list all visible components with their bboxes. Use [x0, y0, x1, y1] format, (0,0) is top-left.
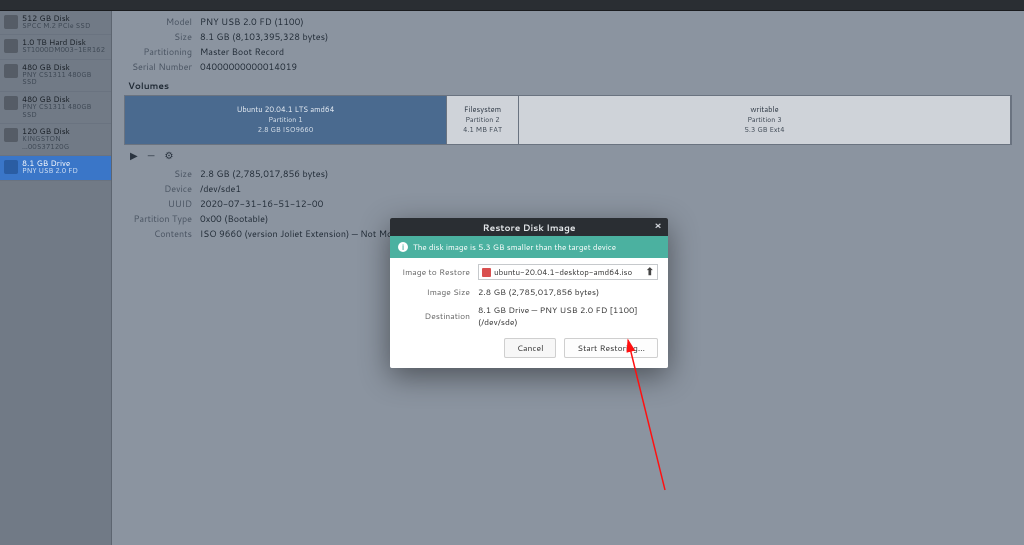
volume-name: Ubuntu 20.04.1 LTS amd64 — [237, 105, 335, 115]
hdd-icon — [4, 96, 18, 110]
window-titlebar — [0, 0, 1024, 11]
value-size: 8.1 GB (8,103,395,328 bytes) — [200, 30, 328, 43]
remove-button[interactable]: — — [148, 149, 155, 163]
start-restoring-button[interactable]: Start Restoring… — [564, 338, 658, 358]
volume-size: 2.8 GB ISO9660 — [258, 125, 314, 135]
value-contents: ISO 9660 (version Joliet Extension) — No… — [200, 227, 416, 240]
value-image-size: 2.8 GB (2,785,017,856 bytes) — [478, 286, 658, 298]
volume-partition: Partition 1 — [268, 115, 302, 125]
volumes-heading: Volumes — [128, 79, 1012, 92]
sidebar-item-disk[interactable]: 1.0 TB Hard Disk ST1000DM003-1ER162 — [0, 35, 111, 59]
sidebar-item-sublabel: PNY CS1311 480GB SSD — [22, 104, 107, 119]
value-model: PNY USB 2.0 FD (1100) — [200, 15, 304, 28]
mount-button[interactable]: ▶ — [130, 149, 138, 163]
value-device: /dev/sde1 — [200, 182, 241, 195]
value-psize: 2.8 GB (2,785,017,856 bytes) — [200, 167, 328, 180]
label-model: Model — [124, 15, 200, 28]
sidebar-item-disk[interactable]: 480 GB Disk PNY CS1311 480GB SSD — [0, 92, 111, 124]
label-image-to-restore: Image to Restore — [400, 266, 478, 278]
label-size: Size — [124, 30, 200, 43]
value-uuid: 2020-07-31-16-51-12-00 — [200, 197, 323, 210]
image-file-chooser[interactable]: ubuntu-20.04.1-desktop-amd64.iso ⬆ — [478, 264, 658, 280]
sidebar-item-sublabel: ST1000DM003-1ER162 — [22, 47, 105, 55]
dialog-title: Restore Disk Image — [483, 221, 576, 234]
label-serial: Serial Number — [124, 60, 200, 73]
volume-name: writable — [750, 105, 778, 115]
options-button[interactable]: ⚙ — [164, 149, 173, 163]
usb-drive-icon — [4, 160, 18, 174]
close-icon[interactable]: × — [652, 220, 664, 232]
volumes-row: Ubuntu 20.04.1 LTS amd64 Partition 1 2.8… — [124, 95, 1012, 145]
label-uuid: UUID — [124, 197, 200, 210]
restore-disk-image-dialog: Restore Disk Image × i The disk image is… — [390, 218, 668, 368]
info-banner-text: The disk image is 5.3 GB smaller than th… — [413, 241, 616, 253]
label-device: Device — [124, 182, 200, 195]
hdd-icon — [4, 64, 18, 78]
sidebar-item-sublabel: PNY CS1311 480GB SSD — [22, 72, 107, 87]
hdd-icon — [4, 15, 18, 29]
volume-size: 5.3 GB Ext4 — [744, 125, 784, 135]
volume-size: 4.1 MB FAT — [463, 125, 502, 135]
volume-partition[interactable]: writable Partition 3 5.3 GB Ext4 — [519, 96, 1011, 144]
dialog-titlebar[interactable]: Restore Disk Image × — [390, 218, 668, 236]
info-icon: i — [398, 242, 408, 252]
volume-partition[interactable]: Filesystem Partition 2 4.1 MB FAT — [447, 96, 519, 144]
info-banner: i The disk image is 5.3 GB smaller than … — [390, 236, 668, 258]
iso-file-icon — [482, 268, 491, 277]
value-partitioning: Master Boot Record — [200, 45, 284, 58]
label-image-size: Image Size — [400, 286, 478, 298]
image-file-name: ubuntu-20.04.1-desktop-amd64.iso — [494, 266, 643, 278]
value-ptype: 0x00 (Bootable) — [200, 212, 268, 225]
value-serial: 04000000000014019 — [200, 60, 297, 73]
volume-partition-selected[interactable]: Ubuntu 20.04.1 LTS amd64 Partition 1 2.8… — [125, 96, 447, 144]
cancel-button[interactable]: Cancel — [504, 338, 556, 358]
label-ptype: Partition Type — [124, 212, 200, 225]
label-destination: Destination — [400, 310, 478, 322]
label-psize: Size — [124, 167, 200, 180]
sidebar-item-disk[interactable]: 120 GB Disk KINGSTON ...00S37120G — [0, 124, 111, 156]
value-destination: 8.1 GB Drive — PNY USB 2.0 FD [1100] (/d… — [478, 304, 658, 328]
sidebar-item-drive-selected[interactable]: 8.1 GB Drive PNY USB 2.0 FD — [0, 156, 111, 180]
label-partitioning: Partitioning — [124, 45, 200, 58]
sidebar-item-sublabel: SPCC M.2 PCIe SSD — [22, 23, 90, 31]
sidebar-item-sublabel: PNY USB 2.0 FD — [22, 168, 78, 176]
volume-partition: Partition 2 — [465, 115, 499, 125]
hdd-icon — [4, 39, 18, 53]
sidebar-item-sublabel: KINGSTON ...00S37120G — [22, 136, 107, 151]
device-sidebar: 512 GB Disk SPCC M.2 PCIe SSD 1.0 TB Har… — [0, 11, 112, 545]
hdd-icon — [4, 128, 18, 142]
sidebar-item-disk[interactable]: 480 GB Disk PNY CS1311 480GB SSD — [0, 60, 111, 92]
volume-toolbar: ▶ — ⚙ — [124, 145, 1012, 167]
label-contents: Contents — [124, 227, 200, 240]
volume-name: Filesystem — [464, 105, 501, 115]
browse-icon[interactable]: ⬆ — [646, 265, 654, 279]
volume-partition: Partition 3 — [747, 115, 781, 125]
sidebar-item-disk[interactable]: 512 GB Disk SPCC M.2 PCIe SSD — [0, 11, 111, 35]
